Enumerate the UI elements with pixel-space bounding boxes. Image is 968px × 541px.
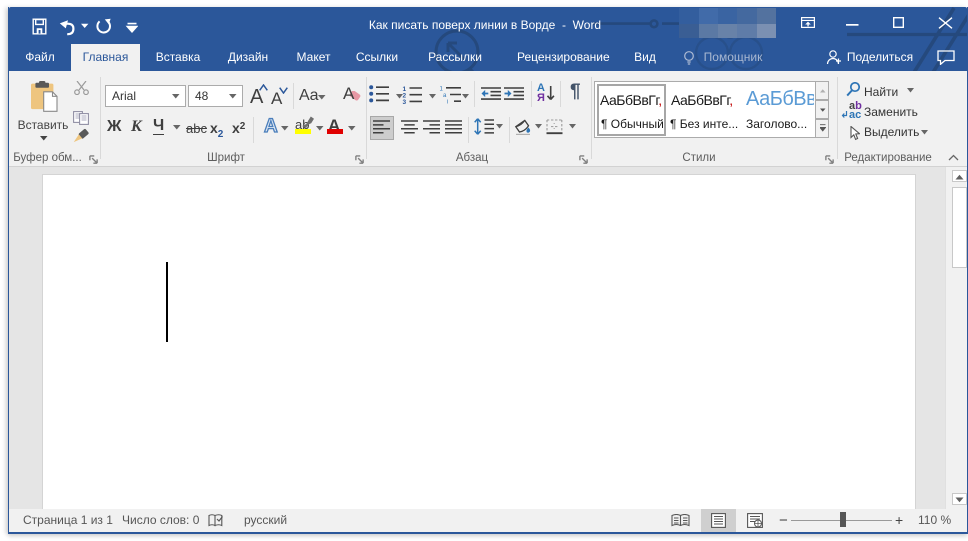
svg-text:1: 1 [440,87,444,93]
svg-text:i: i [447,100,448,105]
svg-text:3: 3 [403,99,407,104]
svg-text:a: a [443,93,447,99]
